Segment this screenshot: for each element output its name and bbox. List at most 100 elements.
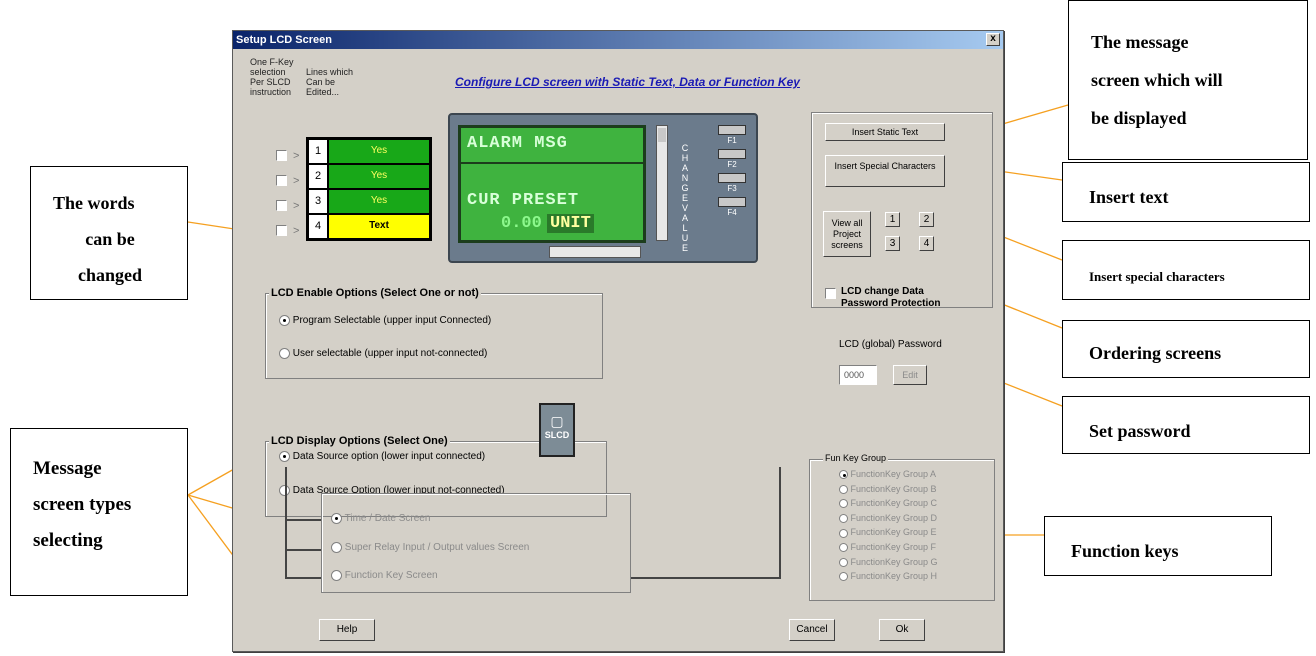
line-row[interactable]: 3 Yes xyxy=(308,189,430,214)
screen-3-button[interactable]: 3 xyxy=(885,236,900,251)
lcd-line-4-unit: UNIT xyxy=(547,214,594,233)
data-source-connected-option[interactable]: Data Source option (lower input connecte… xyxy=(279,451,485,462)
user-selectable-option[interactable]: User selectable (upper input not-connect… xyxy=(279,348,487,359)
f4-button[interactable] xyxy=(718,197,746,207)
line-row[interactable]: 4 Text xyxy=(308,214,430,239)
ok-button[interactable]: Ok xyxy=(879,619,925,641)
note-words-changed: The words can be changed xyxy=(30,166,188,300)
radio-icon xyxy=(279,348,290,359)
lcd-line-3: CUR PRESET xyxy=(467,191,580,210)
super-relay-screen-option[interactable]: Super Relay Input / Output values Screen xyxy=(331,542,529,553)
config-title: Configure LCD screen with Static Text, D… xyxy=(455,75,800,89)
cancel-button[interactable]: Cancel xyxy=(789,619,835,641)
note-message-screen: The message screen which will be display… xyxy=(1068,0,1308,160)
insert-static-text-button[interactable]: Insert Static Text xyxy=(825,123,945,141)
fun-key-group-item[interactable]: FunctionKey Group B xyxy=(839,482,938,497)
radio-icon xyxy=(839,513,848,523)
display-options-legend: LCD Display Options (Select One) xyxy=(269,435,450,447)
time-date-screen-option[interactable]: Time / Date Screen xyxy=(331,513,430,524)
radio-icon xyxy=(839,557,848,567)
radio-icon xyxy=(279,315,290,326)
f3-button[interactable] xyxy=(718,173,746,183)
radio-icon xyxy=(839,572,848,582)
fun-key-group-item[interactable]: FunctionKey Group G xyxy=(839,555,938,570)
f1-button[interactable] xyxy=(718,125,746,135)
title-bar: Setup LCD Screen x xyxy=(233,31,1003,49)
radio-icon xyxy=(331,513,342,524)
function-key-buttons: F1 F2 F3 F4 xyxy=(718,125,746,217)
lcd-screen[interactable]: ALARM MSG CUR PRESET 0.00 UNIT xyxy=(458,125,646,243)
function-key-screen-option[interactable]: Function Key Screen xyxy=(331,570,438,581)
fun-key-group-item[interactable]: FunctionKey Group H xyxy=(839,569,938,584)
enable-options-legend: LCD Enable Options (Select One or not) xyxy=(269,287,481,299)
slcd-block: ▢ SLCD xyxy=(539,403,575,457)
program-selectable-option[interactable]: Program Selectable (upper input Connecte… xyxy=(279,315,491,326)
line-row[interactable]: 2 Yes xyxy=(308,164,430,189)
f1-label: F1 xyxy=(727,136,737,145)
editable-lines-table: 1 Yes 2 Yes 3 Yes 4 Text xyxy=(306,137,432,241)
change-value-label: CHANGE VALUE xyxy=(681,143,689,253)
radio-icon xyxy=(839,543,848,553)
radio-icon xyxy=(839,499,848,509)
insert-special-characters-button[interactable]: Insert Special Characters xyxy=(825,155,945,187)
fun-key-group-item[interactable]: FunctionKey Group D xyxy=(839,511,938,526)
screen-2-button[interactable]: 2 xyxy=(919,212,934,227)
radio-icon xyxy=(279,451,290,462)
note-function-keys: Function keys xyxy=(1044,516,1272,576)
line-number: 1 xyxy=(308,139,328,164)
f2-button[interactable] xyxy=(718,149,746,159)
setup-lcd-dialog: Setup LCD Screen x One F-Key selection Per… xyxy=(232,30,1004,652)
fkey-checkbox[interactable] xyxy=(276,175,287,186)
lcd-device: ALARM MSG CUR PRESET 0.00 UNIT CHANGE VA… xyxy=(448,113,758,263)
password-protection-checkbox[interactable] xyxy=(825,288,836,299)
fun-key-group-list: FunctionKey Group A FunctionKey Group B … xyxy=(839,467,938,584)
fun-key-group-item[interactable]: FunctionKey Group E xyxy=(839,525,938,540)
lcd-line-1: ALARM MSG xyxy=(467,134,568,153)
screen-4-button[interactable]: 4 xyxy=(919,236,934,251)
f4-label: F4 xyxy=(727,208,737,217)
note-set-password: Set password xyxy=(1062,396,1310,454)
radio-icon xyxy=(331,542,342,553)
note-insert-text: Insert text xyxy=(1062,162,1310,222)
radio-icon xyxy=(839,484,848,494)
screen-1-button[interactable]: 1 xyxy=(885,212,900,227)
fun-key-group-item[interactable]: FunctionKey Group A xyxy=(839,467,938,482)
line-number: 4 xyxy=(308,214,328,239)
line-number: 3 xyxy=(308,189,328,214)
line-value: Yes xyxy=(328,164,430,189)
f2-label: F2 xyxy=(727,160,737,169)
password-protection-label: LCD change Data Password Protection xyxy=(841,286,941,309)
fun-key-group-legend: Fun Key Group xyxy=(823,453,889,463)
f3-label: F3 xyxy=(727,184,737,193)
password-input[interactable]: 0000 xyxy=(839,365,877,385)
slcd-label: SLCD xyxy=(544,430,570,440)
line-number: 2 xyxy=(308,164,328,189)
fkey-checkbox[interactable] xyxy=(276,150,287,161)
line-value: Text xyxy=(328,214,430,239)
note-ordering-screens: Ordering screens xyxy=(1062,320,1310,378)
edit-password-button[interactable]: Edit xyxy=(893,365,927,385)
fun-key-group-item[interactable]: FunctionKey Group C xyxy=(839,496,938,511)
lcd-line-4-value: 0.00 xyxy=(501,214,542,233)
line-row[interactable]: 1 Yes xyxy=(308,139,430,164)
help-button[interactable]: Help xyxy=(319,619,375,641)
fkey-checkbox-list: > > > > xyxy=(276,143,299,243)
note-insert-special: Insert special characters xyxy=(1062,240,1310,300)
line-value: Yes xyxy=(328,139,430,164)
lcd-horizontal-scrollbar[interactable] xyxy=(549,246,641,258)
right-panel xyxy=(811,112,993,308)
window-title: Setup LCD Screen xyxy=(236,34,332,46)
global-password-label: LCD (global) Password xyxy=(839,339,942,350)
enable-options-group xyxy=(265,293,603,379)
close-button[interactable]: x xyxy=(986,33,1000,46)
radio-icon xyxy=(839,470,848,480)
radio-icon xyxy=(839,528,848,538)
fkey-checkbox[interactable] xyxy=(276,200,287,211)
radio-icon xyxy=(331,570,342,581)
line-value: Yes xyxy=(328,189,430,214)
view-all-project-screens-button[interactable]: View all Project screens xyxy=(823,211,871,257)
fkey-note: One F-Key selection Per SLCD instruction xyxy=(250,57,294,97)
fkey-checkbox[interactable] xyxy=(276,225,287,236)
fun-key-group-item[interactable]: FunctionKey Group F xyxy=(839,540,938,555)
lcd-vertical-scrollbar[interactable] xyxy=(656,125,668,241)
